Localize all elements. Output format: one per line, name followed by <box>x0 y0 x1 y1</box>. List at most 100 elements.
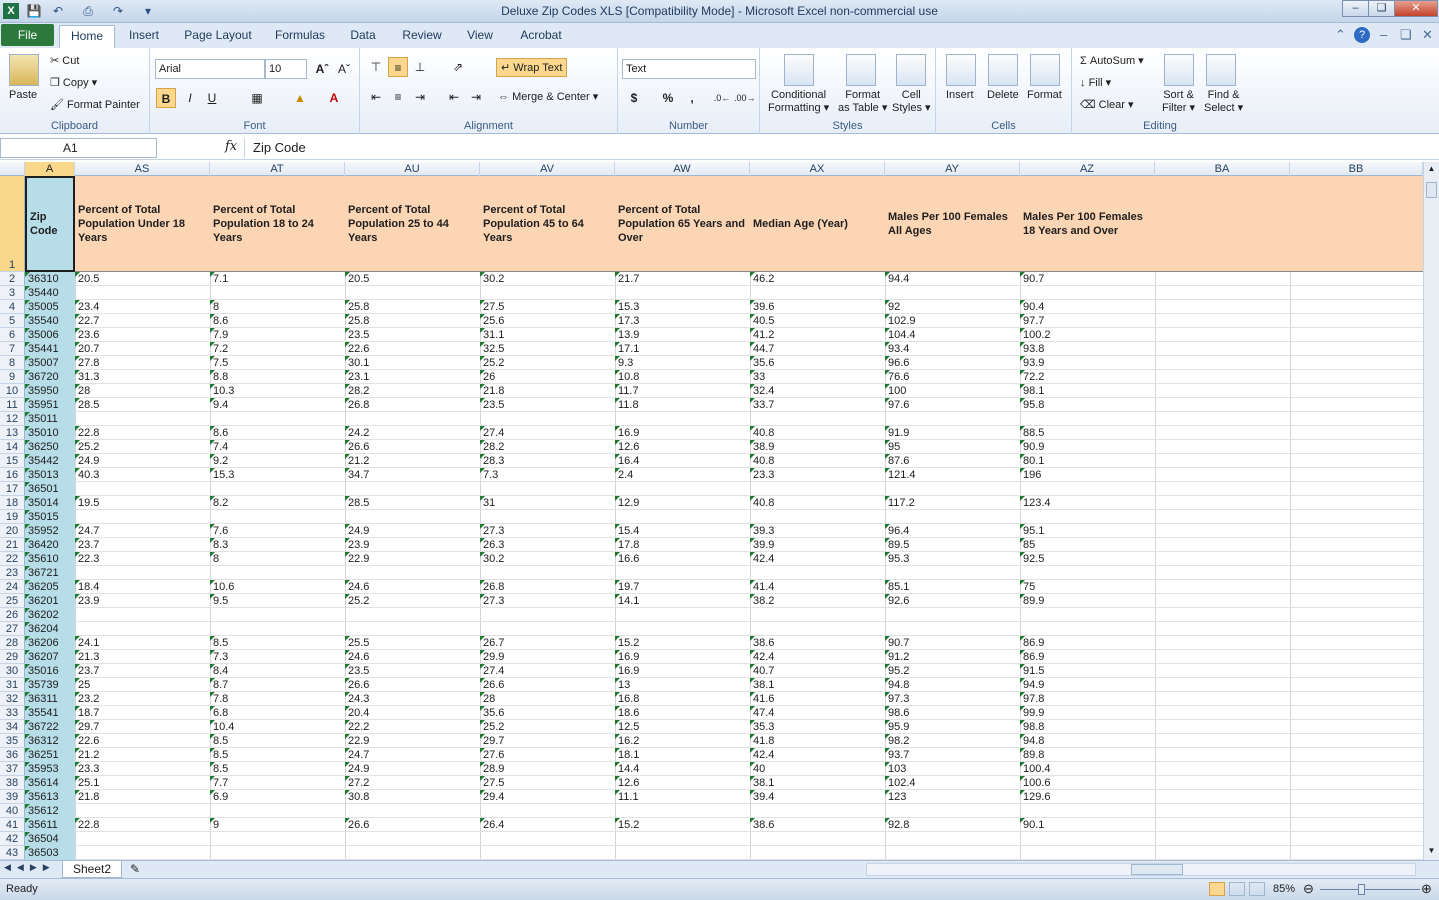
delete-cells-icon[interactable] <box>988 54 1018 86</box>
data-cell[interactable] <box>615 846 750 860</box>
data-cell[interactable] <box>885 482 1020 496</box>
scroll-down-icon[interactable]: ▼ <box>1426 846 1437 857</box>
data-cell[interactable]: 86.9 <box>1020 650 1155 664</box>
name-box[interactable]: A1 <box>0 138 157 158</box>
data-cell[interactable]: 92 <box>885 300 1020 314</box>
decrease-decimal-icon[interactable]: .00→ <box>734 88 756 108</box>
data-cell[interactable]: 9.3 <box>615 356 750 370</box>
comma-button[interactable]: , <box>682 88 702 108</box>
data-cell[interactable]: 8.7 <box>210 678 345 692</box>
data-cell[interactable] <box>345 482 480 496</box>
workbook-close-icon[interactable]: ✕ <box>1422 27 1433 43</box>
insert-cells-button[interactable]: Insert <box>946 89 974 101</box>
zip-code-cell[interactable]: 36503 <box>25 846 75 860</box>
data-cell[interactable]: 23.5 <box>480 398 615 412</box>
horizontal-scrollbar[interactable] <box>866 863 1416 876</box>
header-cell[interactable]: Percent of Total Population Under 18 Yea… <box>75 176 210 272</box>
increase-decimal-icon[interactable]: .0← <box>712 88 732 108</box>
data-cell[interactable] <box>480 286 615 300</box>
data-cell[interactable] <box>75 622 210 636</box>
data-cell[interactable]: 40 <box>750 762 885 776</box>
data-cell[interactable]: 12.5 <box>615 720 750 734</box>
data-cell[interactable] <box>75 412 210 426</box>
wrap-text-button[interactable]: ↵ Wrap Text <box>496 58 568 77</box>
data-cell[interactable]: 15.3 <box>615 300 750 314</box>
row-header[interactable]: 15 <box>0 454 25 468</box>
tab-data[interactable]: Data <box>340 25 386 48</box>
data-cell[interactable]: 23.5 <box>345 664 480 678</box>
data-cell[interactable]: 87.6 <box>885 454 1020 468</box>
data-cell[interactable]: 40.3 <box>75 468 210 482</box>
data-cell[interactable]: 16.4 <box>615 454 750 468</box>
data-cell[interactable]: 28.2 <box>480 440 615 454</box>
zip-code-cell[interactable]: 36722 <box>25 720 75 734</box>
row-header[interactable]: 34 <box>0 720 25 734</box>
zoom-level[interactable]: 85% <box>1273 883 1295 895</box>
underline-button[interactable]: U <box>202 88 222 108</box>
data-cell[interactable] <box>1020 482 1155 496</box>
fill-button[interactable]: ↓ Fill ▾ <box>1080 76 1111 89</box>
cell-styles-icon[interactable] <box>896 54 926 86</box>
data-cell[interactable]: 14.4 <box>615 762 750 776</box>
zip-code-cell[interactable]: 35441 <box>25 342 75 356</box>
data-cell[interactable] <box>345 286 480 300</box>
data-cell[interactable] <box>75 804 210 818</box>
data-cell[interactable] <box>1020 832 1155 846</box>
data-cell[interactable]: 100.6 <box>1020 776 1155 790</box>
data-cell[interactable]: 91.9 <box>885 426 1020 440</box>
data-cell[interactable]: 23.9 <box>75 594 210 608</box>
data-cell[interactable]: 25.2 <box>480 720 615 734</box>
zoom-in-icon[interactable]: ⊕ <box>1421 881 1432 897</box>
column-header-ax[interactable]: AX <box>750 162 885 176</box>
scroll-up-icon[interactable]: ▲ <box>1426 164 1437 175</box>
data-cell[interactable]: 26.6 <box>345 678 480 692</box>
bold-button[interactable]: B <box>156 88 176 108</box>
data-cell[interactable]: 90.9 <box>1020 440 1155 454</box>
data-cell[interactable] <box>480 622 615 636</box>
data-cell[interactable]: 100.2 <box>1020 328 1155 342</box>
zip-code-cell[interactable]: 35952 <box>25 524 75 538</box>
data-cell[interactable]: 10.6 <box>210 580 345 594</box>
data-cell[interactable]: 31.3 <box>75 370 210 384</box>
data-cell[interactable] <box>75 286 210 300</box>
row-header[interactable]: 16 <box>0 468 25 482</box>
data-cell[interactable] <box>750 566 885 580</box>
data-cell[interactable]: 25.2 <box>345 594 480 608</box>
data-cell[interactable]: 22.8 <box>75 426 210 440</box>
data-cell[interactable]: 28.3 <box>480 454 615 468</box>
data-cell[interactable]: 40.7 <box>750 664 885 678</box>
data-cell[interactable]: 27.4 <box>480 664 615 678</box>
data-cell[interactable]: 123.4 <box>1020 496 1155 510</box>
zip-code-cell[interactable]: 36312 <box>25 734 75 748</box>
data-cell[interactable]: 94.4 <box>885 272 1020 286</box>
data-cell[interactable]: 25.8 <box>345 314 480 328</box>
data-cell[interactable]: 44.7 <box>750 342 885 356</box>
sort-filter-button[interactable]: Sort & Filter ▾ <box>1162 89 1195 115</box>
data-cell[interactable]: 26.3 <box>480 538 615 552</box>
data-cell[interactable] <box>615 566 750 580</box>
data-cell[interactable]: 7.3 <box>210 650 345 664</box>
row-header[interactable]: 26 <box>0 608 25 622</box>
data-cell[interactable]: 95.2 <box>885 664 1020 678</box>
zip-code-cell[interactable]: 36311 <box>25 692 75 706</box>
zip-code-cell[interactable]: 36251 <box>25 748 75 762</box>
data-cell[interactable]: 27.3 <box>480 524 615 538</box>
data-cell[interactable]: 31.1 <box>480 328 615 342</box>
data-cell[interactable]: 27.4 <box>480 426 615 440</box>
data-cell[interactable]: 85 <box>1020 538 1155 552</box>
data-cell[interactable]: 26.8 <box>480 580 615 594</box>
data-cell[interactable] <box>1020 608 1155 622</box>
row-header[interactable]: 2 <box>0 272 25 286</box>
data-cell[interactable]: 7.4 <box>210 440 345 454</box>
data-cell[interactable] <box>885 286 1020 300</box>
zip-code-cell[interactable]: 35011 <box>25 412 75 426</box>
data-cell[interactable] <box>885 622 1020 636</box>
data-cell[interactable]: 27.6 <box>480 748 615 762</box>
data-cell[interactable]: 38.2 <box>750 594 885 608</box>
data-cell[interactable]: 29.7 <box>480 734 615 748</box>
data-cell[interactable]: 15.2 <box>615 636 750 650</box>
row-header[interactable]: 7 <box>0 342 25 356</box>
row-header[interactable]: 31 <box>0 678 25 692</box>
data-cell[interactable] <box>750 412 885 426</box>
data-cell[interactable]: 21.8 <box>75 790 210 804</box>
